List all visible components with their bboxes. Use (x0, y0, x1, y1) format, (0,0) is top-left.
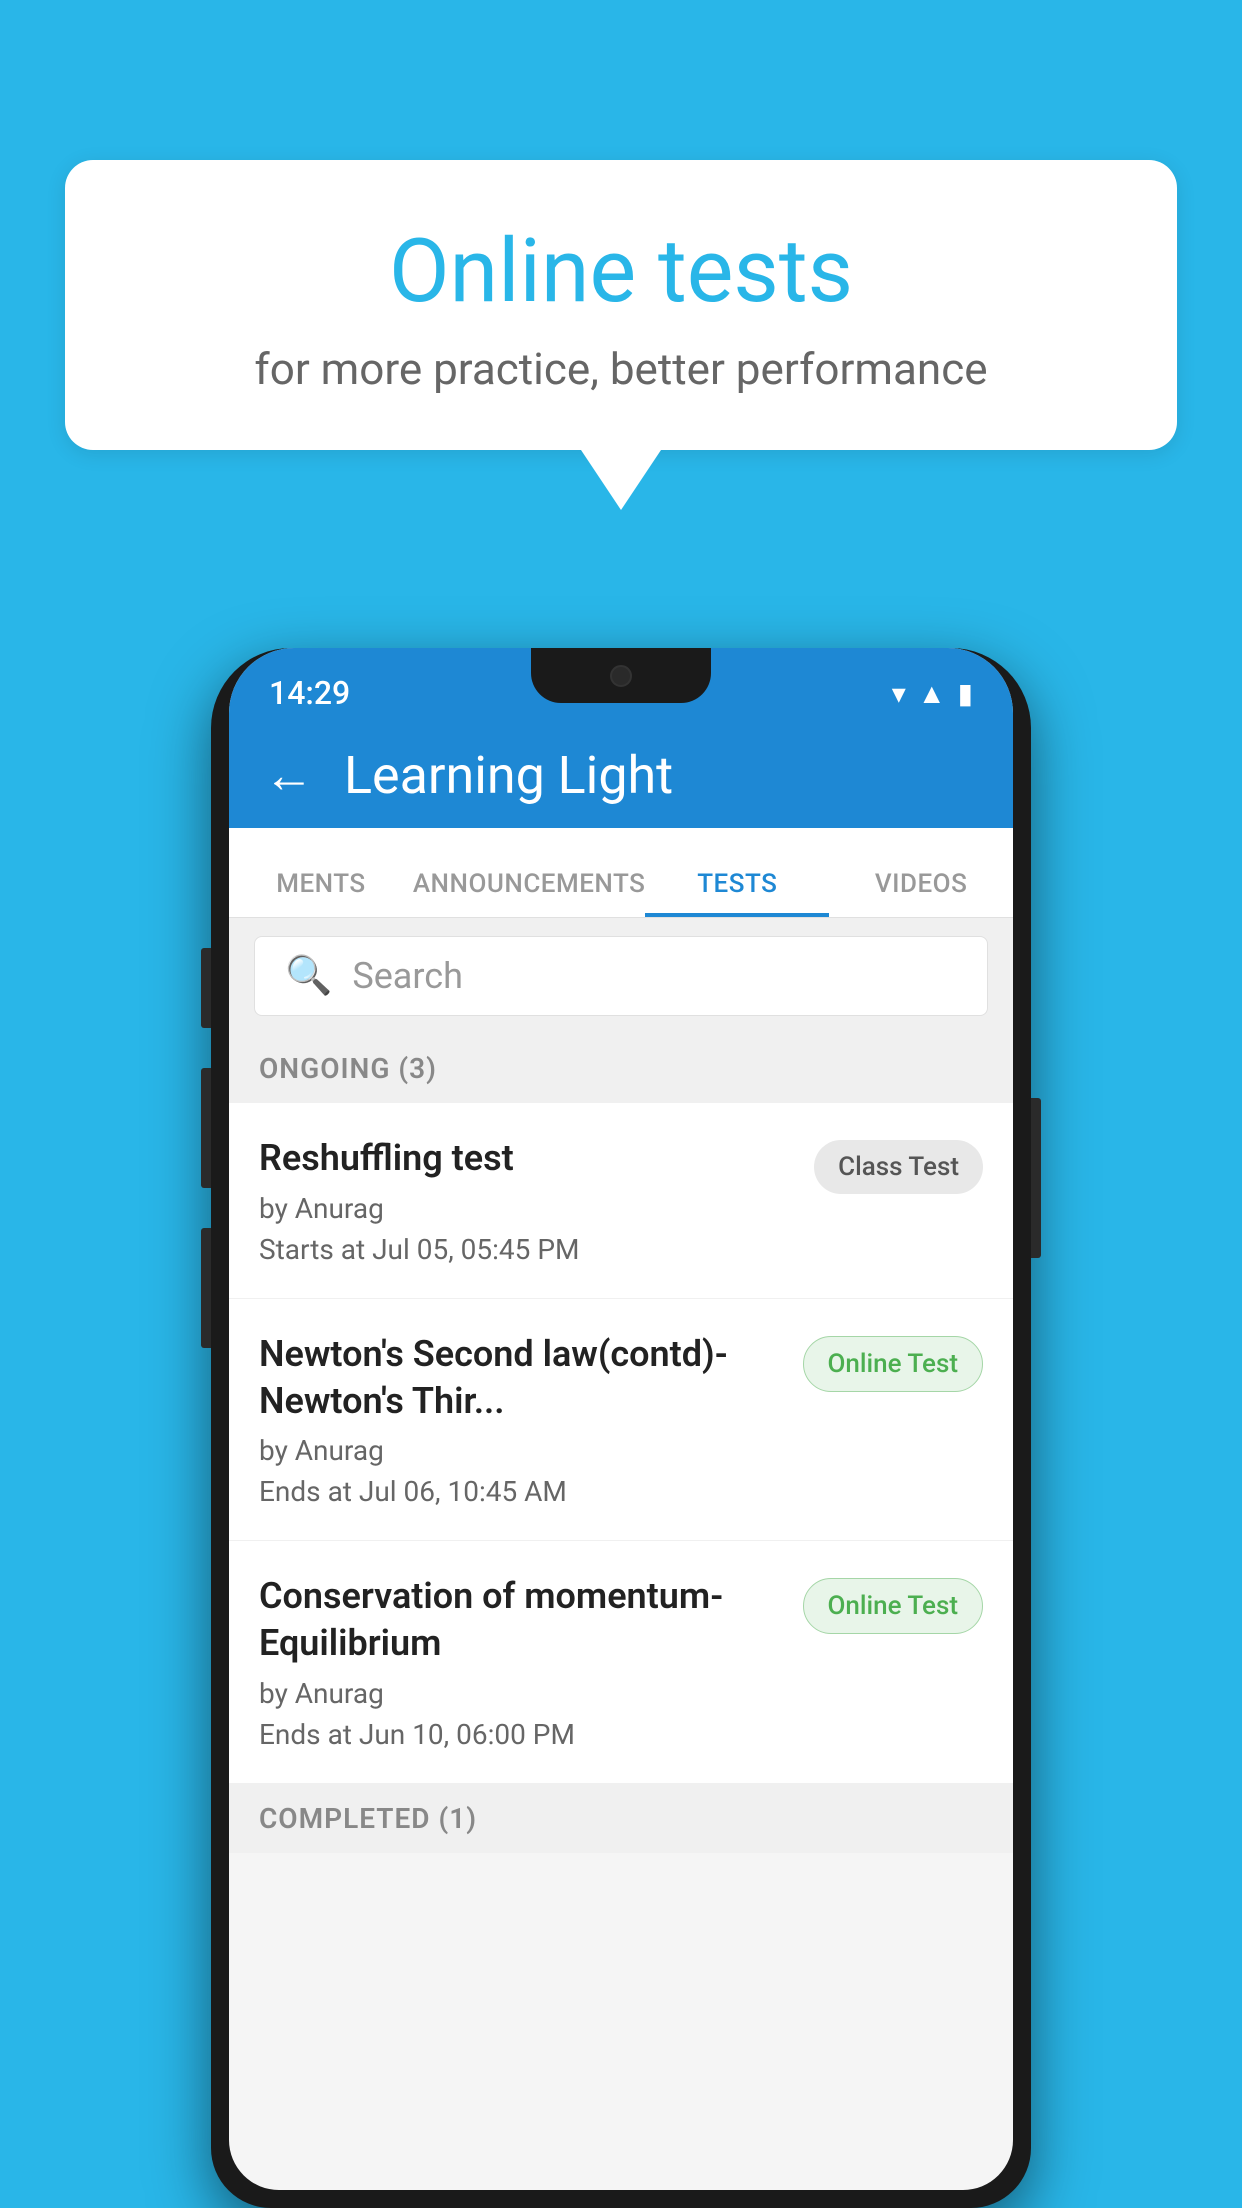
search-container: 🔍 Search (229, 918, 1013, 1034)
test-date: Ends at Jun 10, 06:00 PM (259, 1718, 783, 1751)
test-author: by Anurag (259, 1192, 794, 1225)
app-header: ← Learning Light (229, 723, 1013, 828)
test-author: by Anurag (259, 1677, 783, 1710)
front-camera (610, 665, 632, 687)
test-item[interactable]: Conservation of momentum-Equilibrium by … (229, 1541, 1013, 1784)
speech-bubble: Online tests for more practice, better p… (65, 160, 1177, 450)
wifi-icon: ▾ (892, 677, 906, 710)
ongoing-label: ONGOING (3) (259, 1052, 437, 1085)
volume-up-button (201, 948, 211, 1028)
test-badge-online: Online Test (803, 1336, 984, 1392)
tab-tests[interactable]: TESTS (645, 869, 829, 917)
silent-button (201, 1228, 211, 1348)
test-info: Conservation of momentum-Equilibrium by … (259, 1573, 803, 1751)
phone-screen: 14:29 ▾ ▲ ▮ ← Learning Light MENTS ANNOU… (229, 648, 1013, 2190)
test-name: Reshuffling test (259, 1135, 794, 1182)
search-icon: 🔍 (285, 954, 332, 998)
test-item[interactable]: Newton's Second law(contd)-Newton's Thir… (229, 1299, 1013, 1542)
ongoing-section-header: ONGOING (3) (229, 1034, 1013, 1103)
completed-label: COMPLETED (1) (259, 1802, 477, 1835)
volume-down-button (201, 1068, 211, 1188)
speech-bubble-arrow (581, 450, 661, 510)
speech-bubble-container: Online tests for more practice, better p… (65, 160, 1177, 510)
back-button[interactable]: ← (264, 751, 314, 801)
test-badge-online-2: Online Test (803, 1578, 984, 1634)
battery-icon: ▮ (958, 677, 973, 710)
speech-bubble-title: Online tests (135, 220, 1107, 323)
test-name: Conservation of momentum-Equilibrium (259, 1573, 783, 1667)
test-author: by Anurag (259, 1434, 783, 1467)
phone-frame: 14:29 ▾ ▲ ▮ ← Learning Light MENTS ANNOU… (211, 648, 1031, 2208)
test-date: Ends at Jul 06, 10:45 AM (259, 1475, 783, 1508)
completed-section-header: COMPLETED (1) (229, 1784, 1013, 1853)
test-list: Reshuffling test by Anurag Starts at Jul… (229, 1103, 1013, 1784)
test-info: Newton's Second law(contd)-Newton's Thir… (259, 1331, 803, 1509)
tabs-bar: MENTS ANNOUNCEMENTS TESTS VIDEOS (229, 828, 1013, 918)
app-title: Learning Light (344, 745, 673, 806)
phone-notch (531, 648, 711, 703)
test-name: Newton's Second law(contd)-Newton's Thir… (259, 1331, 783, 1425)
speech-bubble-subtitle: for more practice, better performance (135, 343, 1107, 395)
tab-ments[interactable]: MENTS (229, 869, 413, 917)
test-badge-class: Class Test (814, 1140, 983, 1194)
test-item[interactable]: Reshuffling test by Anurag Starts at Jul… (229, 1103, 1013, 1299)
search-placeholder: Search (352, 955, 463, 997)
power-button (1031, 1098, 1041, 1258)
test-date: Starts at Jul 05, 05:45 PM (259, 1233, 794, 1266)
status-time: 14:29 (269, 674, 350, 712)
status-icons: ▾ ▲ ▮ (892, 677, 973, 710)
test-info: Reshuffling test by Anurag Starts at Jul… (259, 1135, 814, 1266)
signal-icon: ▲ (918, 677, 946, 710)
search-bar[interactable]: 🔍 Search (254, 936, 988, 1016)
tab-announcements[interactable]: ANNOUNCEMENTS (413, 869, 646, 917)
tab-videos[interactable]: VIDEOS (829, 869, 1013, 917)
